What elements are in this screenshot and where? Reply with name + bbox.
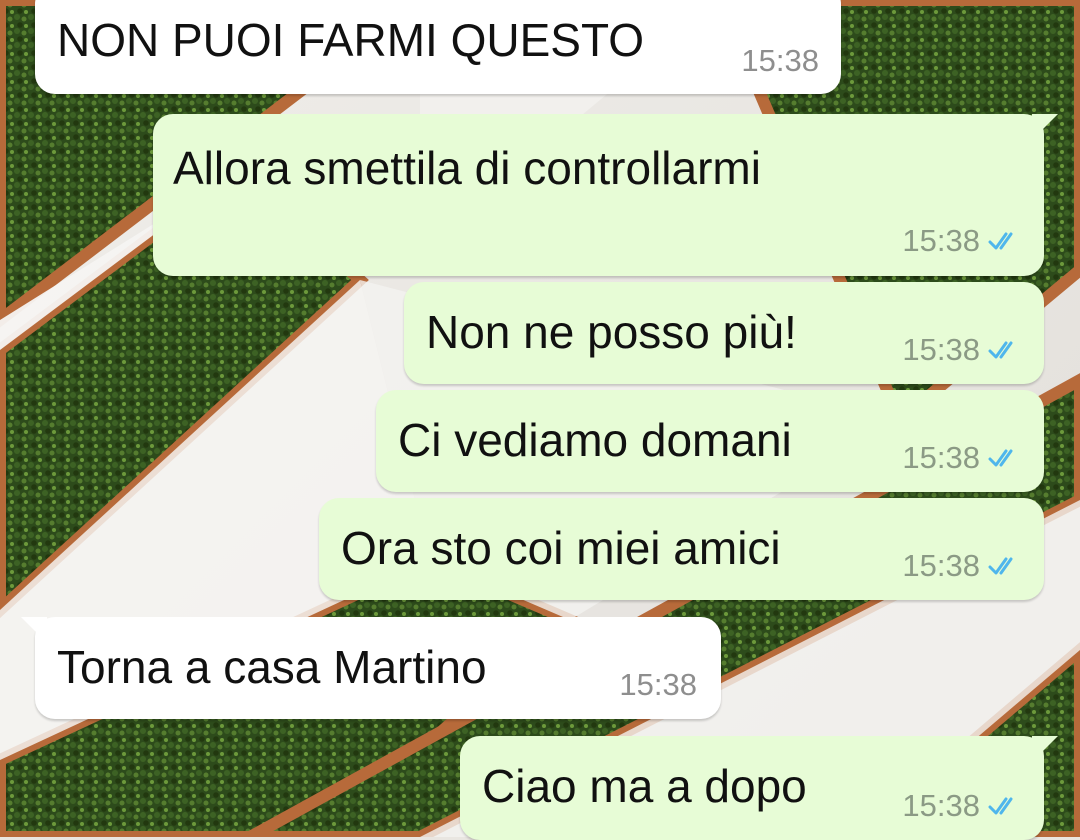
message-outgoing[interactable]: Non ne posso più! 15:38 bbox=[404, 282, 1044, 384]
message-time: 15:38 bbox=[902, 440, 980, 475]
bubble-tail-icon bbox=[1032, 736, 1058, 762]
double-check-icon bbox=[988, 557, 1013, 575]
message-time: 15:38 bbox=[902, 332, 980, 367]
message-time: 15:38 bbox=[902, 548, 980, 583]
bubble-tail-icon bbox=[1032, 114, 1058, 140]
message-time: 15:38 bbox=[741, 43, 819, 78]
message-outgoing[interactable]: Allora smettila di controllarmi 15:38 bbox=[153, 114, 1058, 276]
message-outgoing[interactable]: Ora sto coi miei amici 15:38 bbox=[319, 498, 1044, 600]
message-text: Ci vediamo domani bbox=[398, 414, 792, 466]
message-text: Torna a casa Martino bbox=[57, 641, 487, 693]
message-incoming[interactable]: Torna a casa Martino 15:38 bbox=[21, 617, 721, 719]
message-text: Ciao ma a dopo bbox=[482, 760, 807, 812]
chat-thread: NON PUOI FARMI QUESTO 15:38 Allora smett… bbox=[0, 0, 1080, 840]
message-incoming[interactable]: NON PUOI FARMI QUESTO 15:38 bbox=[35, 0, 841, 94]
message-outgoing[interactable]: Ci vediamo domani 15:38 bbox=[376, 390, 1044, 492]
message-time: 15:38 bbox=[902, 223, 980, 258]
message-text: Allora smettila di controllarmi bbox=[173, 142, 761, 194]
bubble-tail-icon bbox=[21, 617, 47, 643]
message-time: 15:38 bbox=[902, 788, 980, 823]
message-text: NON PUOI FARMI QUESTO bbox=[57, 14, 644, 66]
double-check-icon bbox=[988, 449, 1013, 467]
double-check-icon bbox=[988, 341, 1013, 359]
message-time: 15:38 bbox=[619, 667, 697, 702]
double-check-icon bbox=[988, 232, 1013, 250]
double-check-icon bbox=[988, 797, 1013, 815]
message-outgoing[interactable]: Ciao ma a dopo 15:38 bbox=[460, 736, 1058, 840]
message-text: Ora sto coi miei amici bbox=[341, 522, 781, 574]
message-text: Non ne posso più! bbox=[426, 306, 797, 358]
